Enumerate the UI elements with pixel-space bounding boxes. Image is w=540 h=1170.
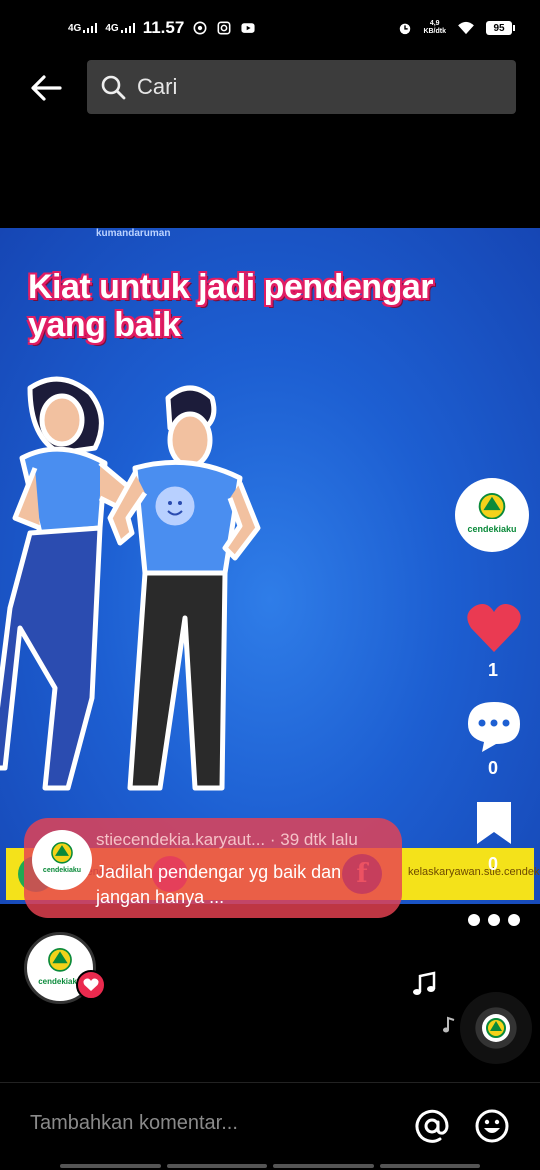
follow-heart-button[interactable] [76, 970, 106, 1000]
like-count: 1 [487, 660, 498, 680]
video-headline: Kiat untuk jadi pendengar yang baik [28, 268, 433, 344]
video-watermark: kumandaruman [96, 228, 171, 239]
search-icon [101, 75, 126, 100]
logo-mark-icon [48, 948, 72, 972]
notification-avatar: cendekiaku [32, 830, 92, 890]
logo-text: cendekiaku [467, 524, 517, 534]
music-note-icon [413, 971, 436, 995]
video-player[interactable]: kumandaruman Kiat untuk jadi pendengar y… [0, 228, 540, 904]
comment-icon[interactable] [466, 700, 522, 752]
network-indicator-2: 4G [105, 22, 135, 34]
bookmark-icon[interactable] [474, 800, 514, 846]
status-time: 11.57 [142, 18, 185, 37]
music-note-small-icon [443, 1016, 455, 1033]
network-label-1: 4G [68, 22, 82, 34]
like-icon[interactable] [466, 602, 522, 654]
speed-value: 4,9 [429, 20, 440, 27]
speed-unit: KB/dtk [423, 28, 446, 35]
comment-input[interactable] [30, 1112, 390, 1135]
comment-notification[interactable]: cendekiaku stiecendekia.karyaut... · 39 … [24, 818, 402, 918]
logo-text: cendekiaku [42, 867, 82, 874]
notification-time: · 39 dtk lalu [269, 830, 358, 849]
alarm-icon [400, 23, 411, 35]
signal-icon [83, 22, 98, 33]
notification-name: stiecendekia.karyaut... [96, 830, 266, 849]
status-left: 4G 4G 11.57 [68, 18, 256, 38]
instagram-icon [217, 21, 231, 35]
emoji-icon[interactable] [474, 1108, 510, 1144]
video-top-strip [0, 228, 540, 234]
music-disc[interactable] [460, 992, 532, 1064]
search-placeholder: Cari [137, 74, 178, 99]
network-label-2: 4G [105, 22, 119, 34]
back-arrow-icon[interactable] [28, 70, 64, 106]
battery-indicator: 95 [486, 21, 515, 35]
disc-logo [482, 1014, 510, 1042]
search-input[interactable]: Cari [87, 60, 516, 114]
mention-icon[interactable] [414, 1108, 450, 1144]
comment-count: 0 [487, 758, 498, 778]
more-options-icon[interactable] [466, 912, 522, 928]
wifi-icon [458, 21, 474, 35]
whatsapp-icon [193, 21, 207, 35]
youtube-icon [241, 23, 255, 33]
heart-icon [83, 978, 99, 991]
signal-icon [120, 22, 135, 33]
notification-message: Jadilah pendengar yg baik dan jangan han… [96, 862, 342, 907]
creator-avatar[interactable]: cendekiaku [455, 478, 529, 552]
divider [0, 1082, 540, 1083]
logo-mark-icon [51, 842, 73, 864]
notification-username: stiecendekia.karyaut... · 39 dtk lalu [96, 830, 358, 850]
couple-illustration [0, 376, 261, 791]
battery-level: 95 [493, 22, 505, 34]
logo-mark-icon [486, 1018, 506, 1038]
network-speed: 4,9 KB/dtk [423, 20, 446, 36]
bottom-handle [60, 1164, 480, 1168]
status-bar: 4G 4G 11.57 4,9 KB/dtk 95 [0, 0, 540, 60]
status-right: 4,9 KB/dtk 95 [397, 20, 515, 36]
logo-mark-icon [478, 492, 506, 520]
network-indicator-1: 4G [68, 22, 98, 34]
bookmark-count: 0 [487, 854, 498, 874]
